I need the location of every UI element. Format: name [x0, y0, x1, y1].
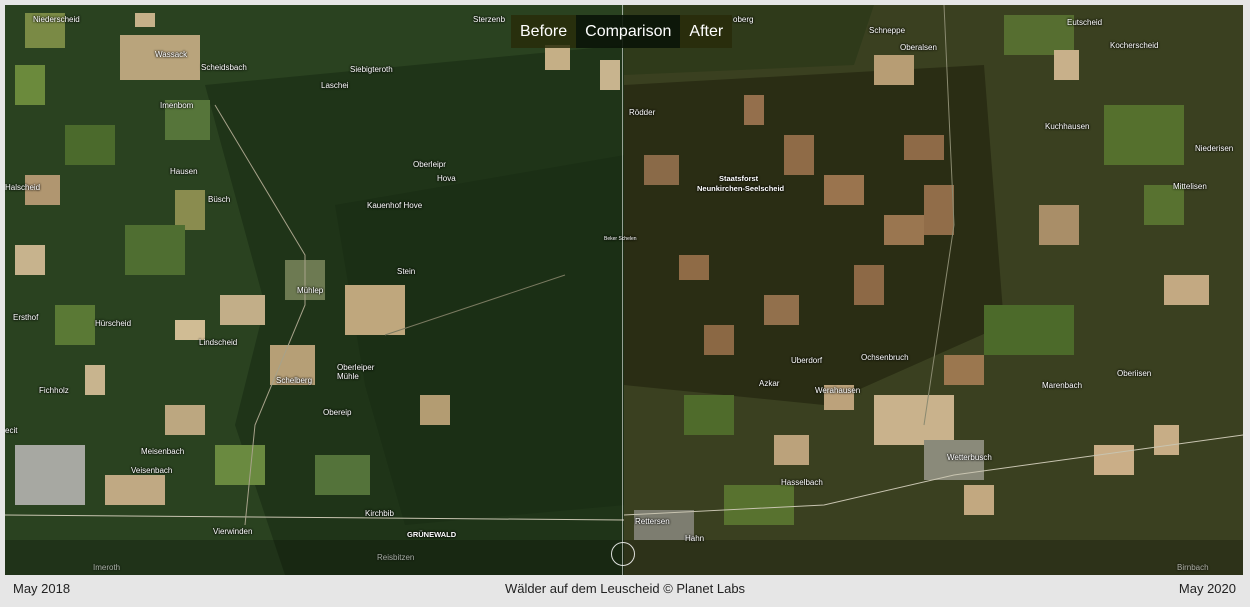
map-label: Kauenhof Hove — [367, 201, 423, 210]
view-mode-toolbar: Before Comparison After — [511, 15, 733, 48]
map-label: Niederisen — [1195, 144, 1234, 153]
map-label: Lindscheid — [199, 338, 238, 347]
map-label: Beker Schelen — [604, 236, 637, 242]
comparison-slider-handle[interactable] — [611, 542, 635, 566]
map-label: Werahausen — [815, 386, 861, 395]
map-label: oberg — [733, 15, 754, 24]
comparison-divider-line[interactable] — [622, 5, 623, 575]
map-label: Oberleipr — [413, 160, 446, 169]
map-label: Hürscheid — [95, 319, 132, 328]
map-label: Schneppe — [869, 26, 906, 35]
after-button[interactable]: After — [680, 15, 733, 48]
map-label: Uberdorf — [791, 356, 823, 365]
map-label: GRÜNEWALD — [407, 530, 457, 539]
map-label: Fichholz — [39, 386, 69, 395]
map-label: Imenbom — [160, 101, 194, 110]
map-label: Stein — [397, 267, 416, 276]
map-label: Siebigteroth — [350, 65, 393, 74]
image-credit-caption: Wälder auf dem Leuscheid © Planet Labs — [504, 581, 746, 596]
map-label: Kuchhausen — [1045, 122, 1090, 131]
map-label: Hova — [437, 174, 456, 183]
after-image — [624, 5, 1243, 575]
map-label: Vierwinden — [213, 527, 253, 536]
map-label: Neunkirchen-Seelscheid — [697, 184, 785, 193]
map-label: Mittelisen — [1173, 182, 1207, 191]
map-label: Oberleiper Mühle — [337, 363, 375, 381]
map-label: Ersthof — [13, 313, 39, 322]
map-label: Niederscheid — [33, 15, 80, 24]
comparison-viewer[interactable]: Niederscheid Wassack Scheidsbach Siebigt… — [5, 5, 1243, 575]
map-label: Halscheid — [5, 183, 41, 192]
map-label: Hausen — [170, 167, 198, 176]
map-label: Oberalsen — [900, 43, 937, 52]
map-label: Hahn — [685, 534, 705, 543]
map-label: Meisenbach — [141, 447, 185, 456]
map-label: Imeroth — [93, 563, 121, 572]
map-label: Rettersen — [635, 517, 670, 526]
map-label: Wetterbusch — [947, 453, 992, 462]
map-label: Reisbitzen — [377, 553, 415, 562]
map-label: ecit — [5, 426, 18, 435]
after-satellite-image — [624, 5, 1243, 575]
after-date-caption: May 2020 — [1178, 581, 1236, 596]
map-label: Kirchbib — [365, 509, 394, 518]
map-label: Sterzenb — [473, 15, 506, 24]
comparison-button[interactable]: Comparison — [576, 15, 681, 48]
map-label: Rödder — [629, 108, 656, 117]
map-label: Staatsforst — [719, 174, 759, 183]
map-label: Veisenbach — [131, 466, 173, 475]
map-label: Kocherscheid — [1110, 41, 1159, 50]
map-label: Birnbach — [1177, 563, 1209, 572]
map-label: Ochsenbruch — [861, 353, 909, 362]
map-label: Marenbach — [1042, 381, 1083, 390]
map-label: Azkar — [759, 379, 780, 388]
map-label: Oberiisen — [1117, 369, 1152, 378]
map-label: Mühlep — [297, 286, 324, 295]
map-label: Laschei — [321, 81, 349, 90]
map-label: Büsch — [208, 195, 231, 204]
before-button[interactable]: Before — [511, 15, 577, 48]
map-label: Eutscheid — [1067, 18, 1103, 27]
map-label: Obereip — [323, 408, 352, 417]
map-label: Scheidsbach — [201, 63, 247, 72]
map-label: Hasselbach — [781, 478, 823, 487]
map-label: Schelberg — [276, 376, 313, 385]
map-label: Wassack — [155, 50, 188, 59]
